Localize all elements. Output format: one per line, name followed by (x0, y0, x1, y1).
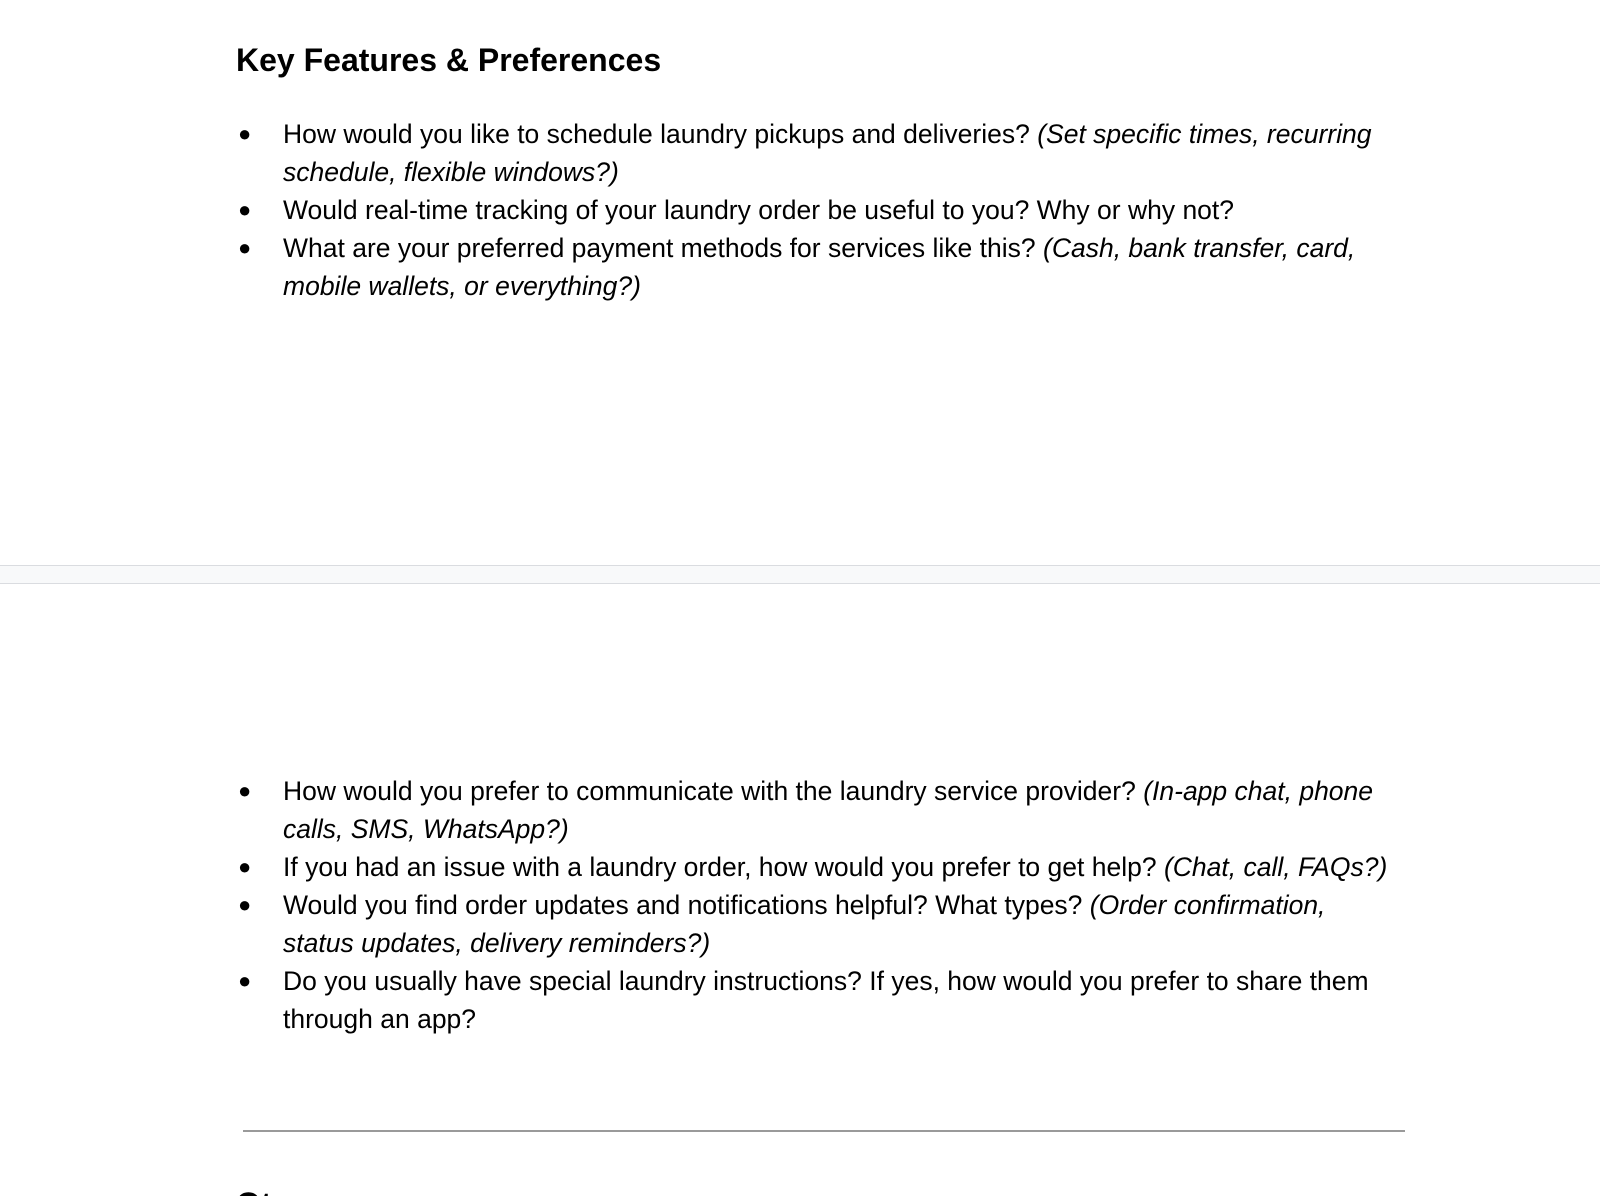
question-text: Do you usually have special laundry inst… (283, 966, 1369, 1034)
question-text: If you had an issue with a laundry order… (283, 852, 1164, 882)
question-text: How would you like to schedule laundry p… (283, 119, 1038, 149)
bullet-icon: ● (238, 235, 252, 260)
question-text: How would you prefer to communicate with… (283, 776, 1144, 806)
question-text: Would you find order updates and notific… (283, 890, 1090, 920)
list-item: ● How would you prefer to communicate wi… (236, 772, 1396, 848)
next-section-heading: Ot (236, 1182, 272, 1196)
document-view: Key Features & Preferences ● How would y… (0, 0, 1600, 1196)
bullet-icon: ● (238, 121, 252, 146)
section-heading: Key Features & Preferences (236, 42, 662, 78)
question-text: Would real-time tracking of your laundry… (283, 195, 1235, 225)
question-list-1: ● How would you like to schedule laundry… (236, 115, 1396, 305)
question-hint: (Chat, call, FAQs?) (1163, 852, 1388, 882)
page-2: ● How would you prefer to communicate wi… (0, 584, 1600, 1196)
question-list-2: ● How would you prefer to communicate wi… (236, 772, 1396, 1038)
bullet-icon: ● (238, 968, 252, 993)
list-item: ● How would you like to schedule laundry… (236, 115, 1396, 191)
list-item: ● If you had an issue with a laundry ord… (236, 848, 1396, 886)
bullet-icon: ● (238, 854, 252, 879)
list-item: ● Do you usually have special laundry in… (236, 962, 1396, 1038)
list-item: ● What are your preferred payment method… (236, 229, 1396, 305)
bullet-icon: ● (238, 892, 252, 917)
question-text: What are your preferred payment methods … (283, 233, 1043, 263)
list-item: ● Would you find order updates and notif… (236, 886, 1396, 962)
list-item: ● Would real-time tracking of your laund… (236, 191, 1396, 229)
page-1: Key Features & Preferences ● How would y… (0, 0, 1600, 565)
page-break (0, 565, 1600, 584)
horizontal-rule (243, 1130, 1405, 1132)
bullet-icon: ● (238, 197, 252, 222)
bullet-icon: ● (238, 778, 252, 803)
